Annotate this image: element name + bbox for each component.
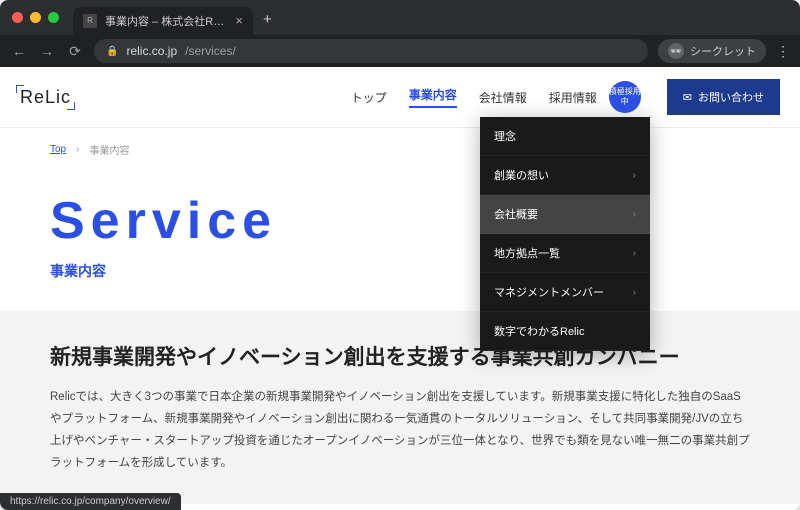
dropdown-label: 数字でわかるRelic [494,323,584,339]
back-button[interactable]: ← [10,43,28,59]
nav-services[interactable]: 事業内容 [409,86,457,108]
chevron-right-icon: › [633,248,636,259]
address-bar[interactable]: 🔒 relic.co.jp/services/ [94,39,648,63]
nav-careers[interactable]: 採用情報 [549,89,597,106]
close-tab-icon[interactable]: × [235,14,243,27]
chevron-right-icon: › [633,209,636,220]
chevron-right-icon: › [633,170,636,181]
browser-tab[interactable]: R 事業内容 – 株式会社Relic(レリッ… × [73,7,253,35]
breadcrumb-top[interactable]: Top [50,144,66,155]
dropdown-item-overview[interactable]: 会社概要 › [480,195,650,234]
chrome-toolbar: ← → ⟳ 🔒 relic.co.jp/services/ 🕶 シークレット ⋮ [0,35,800,67]
incognito-label: シークレット [690,43,756,59]
url-path: /services/ [185,44,236,58]
minimize-window-button[interactable] [30,12,41,23]
dropdown-item-locations[interactable]: 地方拠点一覧 › [480,234,650,273]
new-tab-button[interactable]: + [263,11,272,28]
forward-button[interactable]: → [38,43,56,59]
contact-button[interactable]: ✉ お問い合わせ [667,79,780,115]
intro-section: 新規事業開発やイノベーション創出を支援する事業共創カンパニー Relicでは、大… [0,311,800,504]
traffic-lights [12,12,59,23]
site-header: ReLic トップ 事業内容 会社情報 採用情報 積極採用中 ✉ お問い合わせ [0,67,800,128]
company-dropdown: 理念 創業の想い › 会社概要 › 地方拠点一覧 › マネジメントメンバー › … [480,117,650,351]
tab-title: 事業内容 – 株式会社Relic(レリッ… [105,13,227,29]
hiring-badge: 積極採用中 [609,81,641,113]
incognito-icon: 🕶 [668,43,684,59]
url-host: relic.co.jp [126,44,177,58]
incognito-badge[interactable]: 🕶 シークレット [658,39,766,63]
nav-company[interactable]: 会社情報 [479,89,527,106]
chevron-right-icon: › [633,287,636,298]
dropdown-label: マネジメントメンバー [494,284,604,300]
dropdown-label: 創業の想い [494,167,549,183]
main-nav: トップ 事業内容 会社情報 採用情報 積極採用中 ✉ お問い合わせ [351,79,780,115]
chrome-tab-bar: R 事業内容 – 株式会社Relic(レリッ… × + [0,0,800,35]
browser-window: R 事業内容 – 株式会社Relic(レリッ… × + ← → ⟳ 🔒 reli… [0,0,800,510]
dropdown-label: 地方拠点一覧 [494,245,560,261]
nav-top[interactable]: トップ [351,89,387,106]
hero-section: Service 事業内容 [0,171,800,311]
dropdown-item-numbers[interactable]: 数字でわかるRelic [480,312,650,351]
site-logo[interactable]: ReLic [20,87,71,108]
breadcrumb: Top › 事業内容 [0,128,800,171]
browser-menu-icon[interactable]: ⋮ [776,43,790,60]
reload-button[interactable]: ⟳ [66,43,84,60]
mail-icon: ✉ [683,91,692,104]
lock-icon: 🔒 [106,46,118,57]
close-window-button[interactable] [12,12,23,23]
dropdown-label: 理念 [494,128,516,144]
maximize-window-button[interactable] [48,12,59,23]
dropdown-label: 会社概要 [494,206,538,222]
favicon: R [83,14,97,28]
breadcrumb-separator: › [76,144,79,155]
contact-label: お問い合わせ [698,89,764,105]
dropdown-item-management[interactable]: マネジメントメンバー › [480,273,650,312]
dropdown-item-founding[interactable]: 創業の想い › [480,156,650,195]
page-content: ReLic トップ 事業内容 会社情報 採用情報 積極採用中 ✉ お問い合わせ … [0,67,800,510]
dropdown-item-philosophy[interactable]: 理念 [480,117,650,156]
section-body: Relicでは、大きく3つの事業で日本企業の新規事業開発やイノベーション創出を支… [50,387,750,474]
breadcrumb-current: 事業内容 [89,142,129,157]
link-preview-status: https://relic.co.jp/company/overview/ [0,493,181,510]
